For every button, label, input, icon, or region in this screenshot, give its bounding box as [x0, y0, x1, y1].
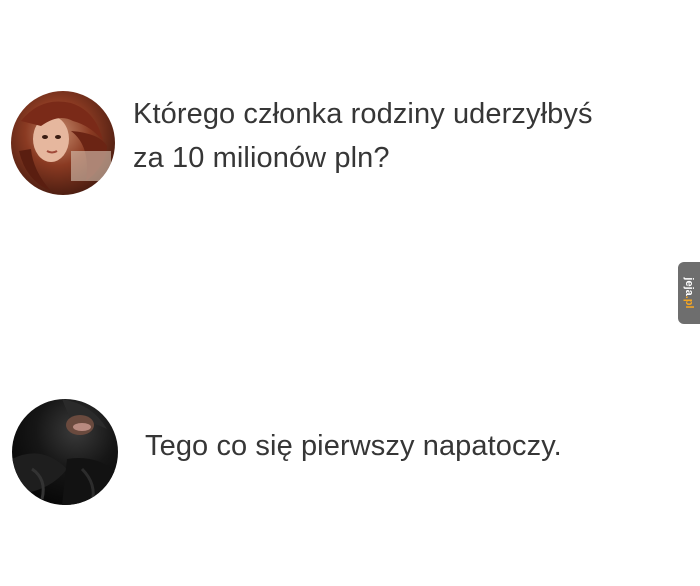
answer-avatar[interactable]: [12, 399, 118, 505]
question-line: za 10 milionów pln?: [133, 142, 390, 174]
jeja-watermark: jeja.pl: [678, 262, 700, 324]
svg-text:jeja.pl: jeja.pl: [683, 276, 695, 308]
question-line: Którego członka rodziny uderzyłbyś: [133, 98, 593, 130]
jeja-logo-icon: jeja.pl: [683, 276, 695, 308]
question-avatar[interactable]: [11, 91, 115, 195]
question-message: Którego członka rodziny uderzyłbyś za 10…: [133, 92, 593, 180]
answer-message: Tego co się pierwszy napatoczy.: [145, 424, 562, 468]
user-avatar-icon: [11, 91, 115, 195]
answer-line: Tego co się pierwszy napatoczy.: [145, 430, 562, 462]
user-avatar-dark-icon: [12, 399, 118, 505]
